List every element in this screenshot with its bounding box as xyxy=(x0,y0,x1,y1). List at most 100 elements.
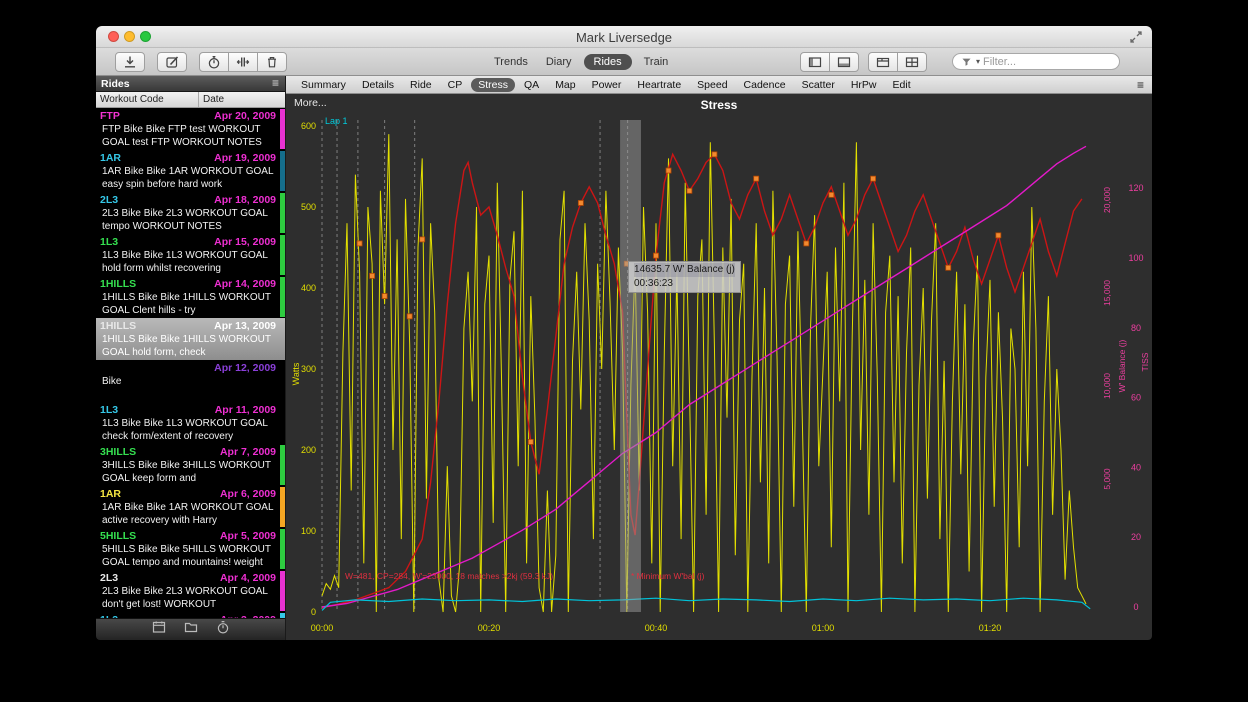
tab-cadence[interactable]: Cadence xyxy=(737,78,793,92)
tabbed-view-button[interactable] xyxy=(868,52,898,72)
ride-date: Apr 19, 2009 xyxy=(214,152,276,164)
ride-description: 3HILLS Bike Bike 3HILLS WORKOUT GOAL kee… xyxy=(100,458,276,485)
list-item[interactable]: Apr 12, 2009Bike xyxy=(96,360,285,402)
match-marker xyxy=(804,241,809,246)
ride-description: 1HILLS Bike Bike 1HILLS WORKOUT GOAL hol… xyxy=(100,332,276,359)
ride-code: 1HILLS xyxy=(100,320,136,332)
stopwatch2-icon xyxy=(215,619,231,635)
ride-description: 1HILLS Bike Bike 1HILLS WORKOUT GOAL Cle… xyxy=(100,290,276,317)
match-marker xyxy=(996,233,1001,238)
ride-code: 1L3 xyxy=(100,404,118,416)
tab-scatter[interactable]: Scatter xyxy=(795,78,842,92)
y-axis-wbal: 5,00010,00015,00020,000W' Balance (j) xyxy=(1102,187,1127,490)
lowbar-icon xyxy=(836,54,852,70)
title-bar[interactable]: Mark Liversedge xyxy=(96,26,1152,48)
ride-color-bar xyxy=(280,487,285,527)
chevron-down-icon: ▾ xyxy=(976,58,980,66)
tab-details[interactable]: Details xyxy=(355,78,401,92)
toggle-sidebar-button[interactable] xyxy=(800,52,830,72)
chart-region: 0100200300400500600Watts00:0000:2000:400… xyxy=(286,94,1152,640)
ride-description: FTP Bike Bike FTP test WORKOUT GOAL test… xyxy=(100,122,276,149)
compose-icon xyxy=(164,54,180,70)
y-axis-tiss: 020406080100120TISS xyxy=(1128,183,1150,612)
stress-chart[interactable]: 0100200300400500600Watts00:0000:2000:400… xyxy=(286,94,1152,640)
svg-text:W' Balance (j): W' Balance (j) xyxy=(1117,340,1127,393)
sidebar-column-headers: Workout Code Date xyxy=(96,92,285,108)
list-item[interactable]: 3HILLSApr 7, 20093HILLS Bike Bike 3HILLS… xyxy=(96,444,285,486)
chart-tabs: SummaryDetailsRideCPStressQAMapPowerHear… xyxy=(286,76,1152,94)
tab-stress[interactable]: Stress xyxy=(471,78,515,92)
ride-code: 1L3 xyxy=(100,236,118,248)
tab-power[interactable]: Power xyxy=(585,78,629,92)
list-item[interactable]: 1HILLSApr 14, 20091HILLS Bike Bike 1HILL… xyxy=(96,276,285,318)
column-header-date[interactable]: Date xyxy=(199,92,224,107)
rides-sidebar: Rides ≡ Workout Code Date FTPApr 20, 200… xyxy=(96,76,286,640)
svg-text:00:00: 00:00 xyxy=(311,623,334,633)
ride-description: 2L3 Bike Bike 2L3 WORKOUT GOAL tempo WOR… xyxy=(100,206,276,233)
download-button[interactable] xyxy=(115,52,145,72)
sidebar-bottom-bar xyxy=(96,618,285,640)
timer-button[interactable] xyxy=(199,52,229,72)
ride-code: FTP xyxy=(100,110,120,122)
list-item[interactable]: FTPApr 20, 2009FTP Bike Bike FTP test WO… xyxy=(96,108,285,150)
tab-hrpw[interactable]: HrPw xyxy=(844,78,884,92)
match-marker xyxy=(829,192,834,197)
svg-text:120: 120 xyxy=(1128,183,1143,193)
fullscreen-icon xyxy=(1128,29,1144,45)
folder-button[interactable] xyxy=(183,619,199,640)
list-item[interactable]: 1HILLSApr 13, 20091HILLS Bike Bike 1HILL… xyxy=(96,318,285,360)
tab-edit[interactable]: Edit xyxy=(886,78,918,92)
delete-button[interactable] xyxy=(257,52,287,72)
ride-description: 2L3 Bike Bike 2L3 WORKOUT GOAL don't get… xyxy=(100,584,276,611)
tab-summary[interactable]: Summary xyxy=(294,78,353,92)
match-marker xyxy=(382,294,387,299)
svg-text:200: 200 xyxy=(301,445,316,455)
tab-map[interactable]: Map xyxy=(548,78,582,92)
list-item[interactable]: 1ARApr 6, 20091AR Bike Bike 1AR WORKOUT … xyxy=(96,486,285,528)
list-item[interactable]: 5HILLSApr 5, 20095HILLS Bike Bike 5HILLS… xyxy=(96,528,285,570)
view-tab-rides[interactable]: Rides xyxy=(584,54,632,70)
svg-text:80: 80 xyxy=(1131,323,1141,333)
workouts-button[interactable] xyxy=(215,619,231,640)
view-tab-diary[interactable]: Diary xyxy=(540,54,578,70)
ride-code: 1AR xyxy=(100,152,121,164)
toggle-lowbar-button[interactable] xyxy=(829,52,859,72)
chart-title: Stress xyxy=(286,98,1152,112)
list-item[interactable]: 1L3Apr 15, 20091L3 Bike Bike 1L3 WORKOUT… xyxy=(96,234,285,276)
chart-menu-icon[interactable]: ≡ xyxy=(1137,78,1144,92)
view-tab-trends[interactable]: Trends xyxy=(488,54,534,70)
intervals-button[interactable] xyxy=(228,52,258,72)
ride-date: Apr 6, 2009 xyxy=(220,488,276,500)
ride-color-bar xyxy=(280,445,285,485)
tab-qa[interactable]: QA xyxy=(517,78,546,92)
list-item[interactable]: 2L3Apr 18, 20092L3 Bike Bike 2L3 WORKOUT… xyxy=(96,192,285,234)
toolbar-buttons xyxy=(115,52,287,72)
column-header-workout-code[interactable]: Workout Code xyxy=(96,92,199,107)
view-tab-train[interactable]: Train xyxy=(638,54,675,70)
tab-speed[interactable]: Speed xyxy=(690,78,734,92)
match-marker xyxy=(946,265,951,270)
list-item[interactable]: 1L3Apr 11, 20091L3 Bike Bike 1L3 WORKOUT… xyxy=(96,402,285,444)
tab-heartrate[interactable]: Heartrate xyxy=(630,78,688,92)
layout-toggle-group xyxy=(868,52,927,72)
tab-ride[interactable]: Ride xyxy=(403,78,439,92)
svg-text:Watts: Watts xyxy=(291,362,301,385)
ride-color-bar xyxy=(280,193,285,233)
list-item[interactable]: 2L3Apr 4, 20092L3 Bike Bike 2L3 WORKOUT … xyxy=(96,570,285,612)
calendar-button[interactable] xyxy=(151,619,167,640)
tabbed-icon xyxy=(875,54,891,70)
ride-date: Apr 12, 2009 xyxy=(214,362,276,374)
fullscreen-button[interactable] xyxy=(1128,29,1144,50)
list-item[interactable]: 1ARApr 19, 20091AR Bike Bike 1AR WORKOUT… xyxy=(96,150,285,192)
chart-annotation: W=481, CP=284, W'=23000, 18 matches >2kj… xyxy=(345,571,553,581)
svg-text:00:20: 00:20 xyxy=(478,623,501,633)
tab-cp[interactable]: CP xyxy=(441,78,470,92)
filter-input[interactable]: ▾ Filter... xyxy=(952,53,1120,70)
sidebar-menu-icon[interactable]: ≡ xyxy=(272,76,279,91)
ride-code: 3HILLS xyxy=(100,446,136,458)
tiled-view-button[interactable] xyxy=(897,52,927,72)
lap-label: Lap 1 xyxy=(325,116,348,126)
match-marker xyxy=(420,237,425,242)
manual-entry-button[interactable] xyxy=(157,52,187,72)
selection-band xyxy=(620,120,641,612)
